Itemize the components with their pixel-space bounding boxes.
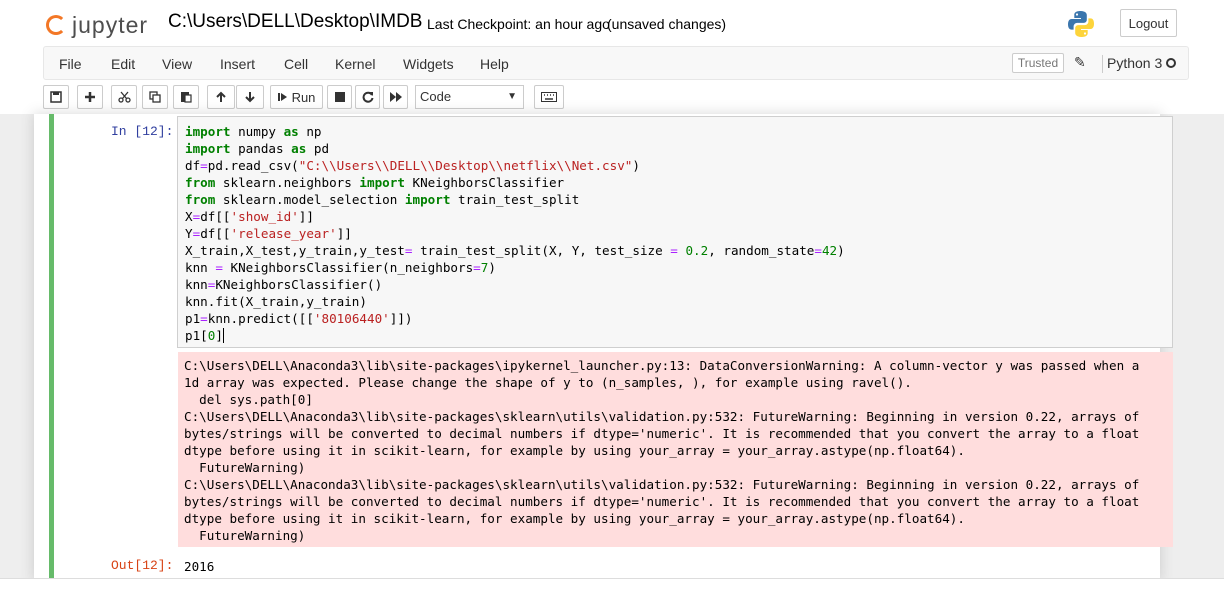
stderr-line: bytes/strings will be converted to decim… — [184, 494, 1140, 509]
menu-insert[interactable]: Insert — [220, 56, 255, 72]
restart-run-all-button[interactable] — [383, 85, 408, 109]
menu-file[interactable]: File — [59, 56, 82, 72]
cut-button[interactable] — [111, 85, 137, 109]
cut-icon — [117, 91, 131, 103]
trusted-indicator[interactable]: Trusted — [1012, 53, 1064, 73]
output-prompt: Out[12]: — [111, 558, 174, 573]
code-text: import numpy as np import pandas as pd d… — [185, 123, 845, 344]
move-down-button[interactable] — [236, 85, 264, 109]
paste-button[interactable] — [173, 85, 199, 109]
code-line: knn = KNeighborsClassifier(n_neighbors=7… — [185, 260, 496, 275]
code-line: Y=df[['release_year']] — [185, 226, 352, 241]
plus-icon — [85, 92, 95, 102]
code-line: p1=knn.predict([['80106440']]) — [185, 311, 413, 326]
logout-button[interactable]: Logout — [1120, 9, 1177, 37]
save-status: (unsaved changes) — [607, 16, 727, 32]
menu-view[interactable]: View — [162, 56, 192, 72]
code-line: from sklearn.model_selection import trai… — [185, 192, 580, 207]
code-line: p1[0] — [185, 328, 224, 343]
header: jupyter C:\Users\DELL\Desktop\IMDB Last … — [0, 0, 1224, 114]
fast-forward-icon — [389, 92, 402, 102]
stop-icon — [334, 92, 345, 102]
cell-type-select[interactable]: Code ▼ — [415, 85, 524, 109]
stderr-line: FutureWarning) — [184, 528, 306, 543]
stderr-line: FutureWarning) — [184, 460, 306, 475]
code-line: df=pd.read_csv("C:\\Users\\DELL\\Desktop… — [185, 158, 640, 173]
stderr-line: del sys.path[0] — [184, 392, 313, 407]
paste-icon — [181, 92, 192, 103]
stderr-line: C:\Users\DELL\Anaconda3\lib\site-package… — [184, 409, 1140, 424]
menubar: File Edit View Insert Cell Kernel Widget… — [43, 46, 1189, 80]
notebook-area: In [12]: import numpy as np import panda… — [0, 114, 1224, 593]
run-button[interactable]: Run — [270, 85, 323, 109]
stderr-line: dtype before using it in scikit-learn, f… — [184, 511, 965, 526]
menu-widgets[interactable]: Widgets — [403, 56, 454, 72]
step-forward-icon — [277, 93, 287, 101]
notebook-name[interactable]: C:\Users\DELL\Desktop\IMDB — [168, 11, 422, 33]
jupyter-ring-icon — [46, 15, 66, 35]
keyboard-icon — [541, 92, 557, 102]
command-palette-button[interactable] — [534, 85, 564, 109]
jupyter-logo[interactable]: jupyter — [46, 10, 148, 40]
menu-help[interactable]: Help — [480, 56, 509, 72]
interrupt-button[interactable] — [327, 85, 352, 109]
code-line: knn.fit(X_train,y_train) — [185, 294, 367, 309]
insert-cell-button[interactable] — [77, 85, 103, 109]
stderr-line: 1d array was expected. Please change the… — [184, 375, 912, 390]
menu-cell[interactable]: Cell — [284, 56, 308, 72]
restart-button[interactable] — [355, 85, 380, 109]
dropdown-caret-icon: ▼ — [507, 91, 517, 102]
code-line: X=df[['show_id']] — [185, 209, 314, 224]
code-line: X_train,X_test,y_train,y_test= train_tes… — [185, 243, 845, 258]
run-label: Run — [291, 89, 316, 105]
menu-edit[interactable]: Edit — [111, 56, 135, 72]
bottom-edge — [0, 578, 1224, 594]
stderr-line: dtype before using it in scikit-learn, f… — [184, 443, 965, 458]
code-editor[interactable]: import numpy as np import pandas as pd d… — [177, 116, 1173, 348]
copy-icon — [149, 91, 161, 103]
cell-type-value: Code — [420, 89, 452, 104]
notebook-page: In [12]: import numpy as np import panda… — [34, 114, 1173, 580]
save-icon — [50, 91, 62, 103]
restart-icon — [362, 91, 373, 103]
kernel-name[interactable]: Python 3 — [1102, 55, 1162, 73]
pencil-icon[interactable]: ✎ — [1074, 54, 1086, 71]
copy-button[interactable] — [142, 85, 168, 109]
output-value: 2016 — [184, 559, 215, 574]
arrow-down-icon — [245, 92, 255, 103]
move-up-button[interactable] — [207, 85, 235, 109]
input-prompt: In [12]: — [111, 124, 174, 139]
stderr-line: C:\Users\DELL\Anaconda3\lib\site-package… — [184, 358, 1140, 373]
arrow-up-icon — [216, 91, 226, 102]
code-cell[interactable]: In [12]: import numpy as np import panda… — [49, 114, 1173, 580]
save-button[interactable] — [43, 85, 69, 109]
menu-kernel[interactable]: Kernel — [335, 56, 375, 72]
code-line: knn=KNeighborsClassifier() — [185, 277, 383, 292]
stderr-line: C:\Users\DELL\Anaconda3\lib\site-package… — [184, 477, 1140, 492]
code-line: import numpy as np — [185, 124, 322, 139]
text-cursor — [222, 328, 224, 343]
code-line: from sklearn.neighbors import KNeighbors… — [185, 175, 565, 190]
checkpoint-status: Last Checkpoint: an hour ago — [427, 16, 610, 32]
python-logo-icon — [1066, 9, 1096, 39]
stderr-line: bytes/strings will be converted to decim… — [184, 426, 1140, 441]
stderr-text: C:\Users\DELL\Anaconda3\lib\site-package… — [184, 357, 1139, 544]
kernel-status-icon — [1166, 58, 1176, 68]
stderr-output: C:\Users\DELL\Anaconda3\lib\site-package… — [178, 352, 1173, 547]
code-line: import pandas as pd — [185, 141, 330, 156]
logo-text: jupyter — [72, 11, 149, 38]
